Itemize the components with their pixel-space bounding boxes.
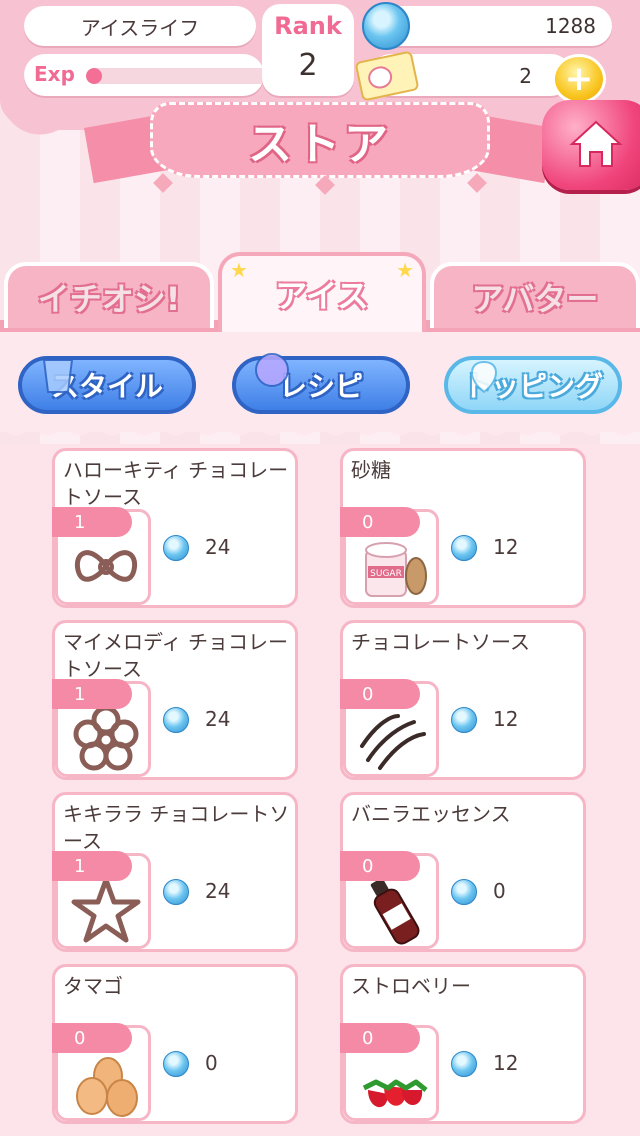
exp-bar-fill xyxy=(86,68,102,84)
vanilla-bottle-icon xyxy=(370,878,420,945)
rank-panel: Rank 2 xyxy=(262,4,354,96)
username-display: アイスライフ xyxy=(24,6,256,46)
tab-ice[interactable]: ★ アイス ★ xyxy=(218,252,426,332)
item-name: マイメロディ チョコレートソース xyxy=(63,630,288,681)
item-price: 12 xyxy=(493,707,519,731)
item-card[interactable]: タマゴ 0 0 xyxy=(52,964,298,1124)
home-icon xyxy=(569,120,623,167)
coin-balance: 1288 xyxy=(362,2,612,50)
sugar-jar-icon: SUGAR xyxy=(365,542,427,597)
tab-avatar[interactable]: アバター xyxy=(430,262,640,328)
subcategory-scallop-trim xyxy=(0,420,640,444)
item-price: 0 xyxy=(493,879,506,903)
plus-icon: + xyxy=(564,59,594,99)
star-icon: ★ xyxy=(396,258,414,282)
diamond-ornament xyxy=(315,175,335,195)
strawberries-icon xyxy=(362,1079,428,1108)
blue-gem-icon xyxy=(163,707,189,733)
username: アイスライフ xyxy=(80,15,200,40)
bow-outline-icon xyxy=(74,550,138,582)
subtab-style[interactable]: スタイル xyxy=(18,356,196,414)
tab-label: アバター xyxy=(471,280,599,318)
item-name: キキララ チョコレートソース xyxy=(63,802,290,853)
chocolate-drizzle-icon xyxy=(360,714,426,770)
owned-count-badge: 1 xyxy=(52,851,132,881)
item-card[interactable]: チョコレートソース 0 12 xyxy=(340,620,586,780)
tab-label: イチオシ! xyxy=(37,280,181,318)
ice-cream-scoop-icon xyxy=(255,353,289,387)
item-card[interactable]: 砂糖 SUGAR 0 12 xyxy=(340,448,586,608)
tab-label: アイス xyxy=(275,277,369,315)
blue-gem-icon xyxy=(362,2,410,50)
owned-count: 0 xyxy=(362,511,374,533)
coin-value: 1288 xyxy=(545,14,596,38)
blue-gem-icon xyxy=(451,879,477,905)
blue-gem-icon xyxy=(451,1051,477,1077)
owned-count: 1 xyxy=(74,683,86,705)
item-name: ストロベリー xyxy=(351,974,471,998)
exp-bar xyxy=(86,68,282,84)
exp-label: Exp xyxy=(34,62,75,86)
owned-count: 0 xyxy=(362,683,374,705)
owned-count-badge: 0 xyxy=(340,1023,420,1053)
owned-count: 0 xyxy=(74,1027,86,1049)
item-card[interactable]: ストロベリー 0 12 xyxy=(340,964,586,1124)
star-icon: ★ xyxy=(230,258,248,282)
item-name: 砂糖 xyxy=(351,458,391,482)
item-card[interactable]: バニラエッセンス 0 0 xyxy=(340,792,586,952)
owned-count-badge: 0 xyxy=(340,851,420,881)
item-price: 0 xyxy=(205,1051,218,1075)
owned-count: 1 xyxy=(74,855,86,877)
blue-gem-icon xyxy=(451,535,477,561)
item-card[interactable]: キキララ チョコレートソース 1 24 xyxy=(52,792,298,952)
svg-text:SUGAR: SUGAR xyxy=(370,569,402,579)
subtab-recipe[interactable]: レシピ xyxy=(232,353,410,414)
rank-value: 2 xyxy=(298,48,318,83)
owned-count-badge: 0 xyxy=(340,679,420,709)
owned-count: 0 xyxy=(362,1027,374,1049)
flower-outline-icon xyxy=(73,705,139,771)
owned-count-badge: 1 xyxy=(52,679,132,709)
owned-count-badge: 0 xyxy=(52,1023,132,1053)
tab-recommended[interactable]: イチオシ! xyxy=(4,262,214,328)
ticket-value: 2 xyxy=(519,64,532,88)
blue-gem-icon xyxy=(163,879,189,905)
item-name: チョコレートソース xyxy=(351,630,530,654)
rank-label: Rank xyxy=(274,12,342,40)
item-name: ハローキティ チョコレートソース xyxy=(63,458,289,509)
blue-gem-icon xyxy=(451,707,477,733)
item-price: 24 xyxy=(205,879,231,903)
eggs-icon xyxy=(76,1057,138,1117)
item-card[interactable]: ハローキティ チョコレートソース 1 24 xyxy=(52,448,298,608)
diamond-ornament xyxy=(467,173,487,193)
item-name: バニラエッセンス xyxy=(351,802,511,826)
item-price: 12 xyxy=(493,1051,519,1075)
subtab-topping[interactable]: トッピング xyxy=(444,356,622,414)
diamond-ornament xyxy=(153,173,173,193)
title-ribbon: ストア xyxy=(150,102,490,178)
item-name: タマゴ xyxy=(63,974,123,998)
owned-count: 0 xyxy=(362,855,374,877)
owned-count-badge: 1 xyxy=(52,507,132,537)
item-price: 24 xyxy=(205,707,231,731)
ticket-balance: 2 xyxy=(354,50,572,102)
add-currency-button[interactable]: + xyxy=(552,54,606,104)
page-title: ストア xyxy=(248,119,392,170)
blue-gem-icon xyxy=(163,1051,189,1077)
owned-count-badge: 0 xyxy=(340,507,420,537)
item-price: 24 xyxy=(205,535,231,559)
owned-count: 1 xyxy=(74,511,86,533)
star-outline-icon xyxy=(71,877,141,943)
strawberry-icon xyxy=(471,360,497,394)
item-card[interactable]: マイメロディ チョコレートソース 1 24 xyxy=(52,620,298,780)
item-price: 12 xyxy=(493,535,519,559)
blue-gem-icon xyxy=(163,535,189,561)
exp-meter: Exp xyxy=(24,54,282,96)
home-button[interactable] xyxy=(542,100,640,190)
cup-icon xyxy=(42,359,74,393)
